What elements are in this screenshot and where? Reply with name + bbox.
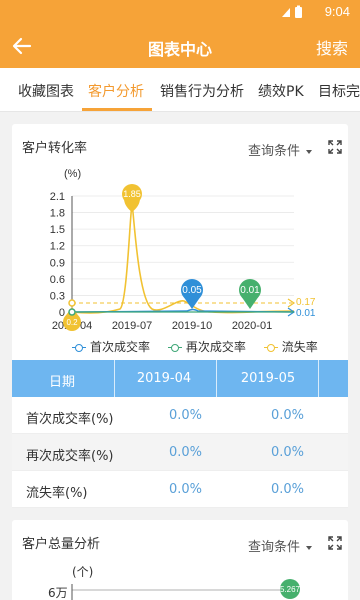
table-row: 再次成交率(%) 0.0% 0.0% xyxy=(12,434,348,471)
tab-target[interactable]: 目标完 xyxy=(318,81,360,101)
tab-customer-analysis[interactable]: 客户分析 xyxy=(88,81,144,101)
row-label: 流失率(%) xyxy=(26,486,88,501)
pin-first-deal-peak: 0.05 xyxy=(181,279,203,309)
card-title: 客户总量分析 xyxy=(22,537,101,552)
markline-label-first-deal: 0.01 xyxy=(296,308,316,319)
query-label: 查询条件 xyxy=(247,144,300,159)
markline-label-churn: 0.17 xyxy=(296,297,316,308)
table-header-row: 日期 2019-04 2019-05 xyxy=(12,360,348,397)
pin-label: 0.2 xyxy=(66,318,78,327)
pin-repeat-deal-peak: 0.01 xyxy=(239,279,261,309)
signal-battery-icon xyxy=(282,5,302,18)
active-tab-indicator xyxy=(82,108,152,111)
y-tick-label: 1.5 xyxy=(50,224,65,236)
y-tick-label: 2.1 xyxy=(50,191,65,203)
y-unit-label: (%) xyxy=(64,168,81,180)
conversion-line-chart: (%) 2.11.81.51.20.90.60.30 2019-042019-0… xyxy=(50,168,316,332)
x-tick-label: 2020-01 xyxy=(232,320,272,332)
x-tick-label: 2019-10 xyxy=(172,320,212,332)
series-churn-line xyxy=(71,203,295,314)
table-header-cell: 2019-05 xyxy=(240,371,296,386)
tab-performance-pk[interactable]: 绩效PK xyxy=(258,81,304,101)
table-cell: 0.0% xyxy=(168,408,202,423)
x-tick-label: 2019-07 xyxy=(112,320,152,332)
legend-item[interactable]: 流失率 xyxy=(263,338,318,355)
y-tick-label: 1.2 xyxy=(50,241,65,253)
query-label: 查询条件 xyxy=(247,540,300,555)
legend-item[interactable]: 首次成交率 xyxy=(72,338,150,355)
table-header-cell: 日期 xyxy=(48,375,75,390)
query-conditions-dropdown[interactable]: 查询条件 xyxy=(248,140,312,159)
y-tick-label: 0.3 xyxy=(50,290,65,302)
table-cell: 0.0% xyxy=(270,482,304,497)
tab-sales-behavior[interactable]: 销售行为分析 xyxy=(160,81,244,101)
caret-down-icon xyxy=(306,149,312,154)
y-tick-label: 0.6 xyxy=(50,274,65,286)
table-row: 流失率(%) 0.0% 0.0% xyxy=(12,471,348,508)
row-label: 首次成交率(%) xyxy=(26,412,114,427)
table-cell: 0.0% xyxy=(168,482,202,497)
conversion-rate-card: 客户转化率 查询条件 (%) 2.1 1.8 1.5 1.2 0.9 0.6 0.3 0 20… xyxy=(12,124,348,508)
table-cell: 0.0% xyxy=(270,445,304,460)
fullscreen-icon[interactable] xyxy=(328,536,342,550)
table-row: 首次成交率(%) 0.0% 0.0% xyxy=(12,397,348,434)
y-tick-label: 1.8 xyxy=(50,208,65,220)
pin-total-badge: 5.267 xyxy=(280,579,301,599)
row-label: 再次成交率(%) xyxy=(26,449,114,464)
page-title: 图表中心 xyxy=(147,40,212,59)
chart-legend: 首次成交率 再次成交率 流失率 xyxy=(72,338,332,355)
y-tick-label: 0 xyxy=(59,307,65,319)
customer-total-chart: 5.267 xyxy=(71,579,301,600)
conversion-table: 日期 2019-04 2019-05 首次成交率(%) 0.0% 0.0% 再次… xyxy=(12,360,348,508)
pin-churn-peak: 1.85 xyxy=(122,184,142,212)
clock: 9:04 xyxy=(324,4,350,19)
pin-label: 0.01 xyxy=(240,285,260,296)
customer-total-card: 客户总量分析 查询条件 (个) 6万 5.267 xyxy=(12,520,348,600)
tab-bar: 收藏图表 客户分析 销售行为分析 绩效PK 目标完 xyxy=(0,68,360,112)
y-tick-label: 0.9 xyxy=(50,257,65,269)
query-conditions-dropdown[interactable]: 查询条件 xyxy=(248,536,312,555)
legend-item[interactable]: 再次成交率 xyxy=(167,338,246,355)
pin-label: 1.85 xyxy=(123,189,141,199)
pin-label: 0.05 xyxy=(182,285,202,296)
search-button[interactable]: 搜索 xyxy=(316,35,348,59)
status-bar: 9:04 xyxy=(0,0,360,24)
table-header-cell: 2019-04 xyxy=(136,371,192,386)
fullscreen-icon[interactable] xyxy=(328,140,342,154)
pin-label: 5.267 xyxy=(280,585,301,594)
table-cell: 0.0% xyxy=(168,445,202,460)
tab-favorites[interactable]: 收藏图表 xyxy=(18,81,74,101)
app-bar: 图表中心 搜索 xyxy=(0,24,360,68)
table-cell: 0.0% xyxy=(270,408,304,423)
caret-down-icon xyxy=(306,545,312,550)
card-title: 客户转化率 xyxy=(22,141,88,156)
